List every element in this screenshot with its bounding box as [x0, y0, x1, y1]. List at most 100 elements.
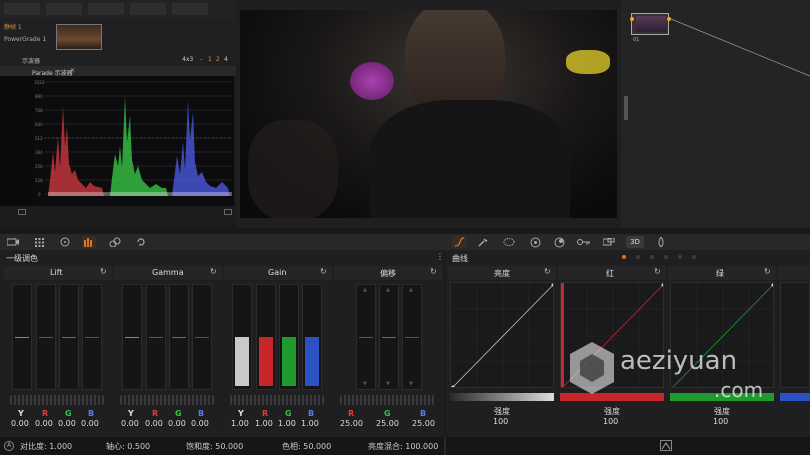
gain-master-wheel[interactable] — [230, 395, 324, 405]
ratio-label[interactable]: 4x3 — [182, 56, 193, 63]
lift-r-slider[interactable] — [36, 284, 56, 390]
offset-value-r[interactable]: 25.00 — [340, 419, 363, 428]
auto-balance-icon[interactable]: A — [4, 441, 14, 451]
gamma-r-slider[interactable] — [146, 284, 166, 390]
key-icon[interactable] — [577, 236, 591, 248]
gain-value-g[interactable]: 1.00 — [278, 419, 296, 428]
gamma-y-slider[interactable] — [122, 284, 142, 390]
lift-y-slider[interactable] — [12, 284, 32, 390]
up-arrow-icon: ▲ — [386, 287, 390, 293]
reset-icon[interactable]: ↻ — [654, 267, 661, 276]
gallery-tab[interactable] — [130, 3, 166, 15]
reset-icon[interactable]: ↻ — [544, 267, 551, 276]
page-dot[interactable] — [678, 255, 682, 259]
red-intensity-value[interactable]: 100 — [603, 417, 618, 426]
sizing-icon[interactable] — [602, 236, 616, 248]
gain-g-slider[interactable] — [279, 284, 299, 390]
more-options-icon[interactable]: ⋮ — [436, 252, 444, 261]
reset-icon[interactable]: ↻ — [764, 267, 771, 276]
green-intensity-value[interactable]: 100 — [713, 417, 728, 426]
rgb-mixer-icon[interactable] — [108, 236, 122, 248]
offset-b-slider[interactable]: ▲ ▼ — [402, 284, 422, 390]
reset-icon[interactable]: ↻ — [320, 267, 327, 276]
node-editor: 01 — [621, 0, 810, 228]
offset-value-g[interactable]: 25.00 — [376, 419, 399, 428]
page-dot[interactable] — [636, 255, 640, 259]
gallery-tab[interactable] — [4, 3, 40, 15]
lift-g-slider[interactable] — [59, 284, 79, 390]
tracker-icon[interactable] — [528, 236, 542, 248]
page-2[interactable]: 2 — [216, 56, 220, 63]
luma-curve-graph[interactable] — [450, 282, 554, 388]
gain-value-b[interactable]: 1.00 — [301, 419, 319, 428]
gamma-b-slider[interactable] — [192, 284, 212, 390]
color-match-icon[interactable] — [32, 236, 46, 248]
blur-icon[interactable] — [552, 236, 566, 248]
gamma-value-y[interactable]: 0.00 — [121, 419, 139, 428]
gallery-tab[interactable] — [46, 3, 82, 15]
contrast-readout[interactable]: 对比度: 1.000 — [20, 441, 72, 452]
gamma-value-b[interactable]: 0.00 — [191, 419, 209, 428]
luma-intensity-bar[interactable] — [450, 393, 554, 401]
close-icon[interactable]: × — [70, 67, 75, 74]
subject-shirt — [370, 100, 570, 218]
page-4[interactable]: 4 — [224, 56, 228, 63]
luma-intensity-value[interactable]: 100 — [493, 417, 508, 426]
offset-r-slider[interactable]: ▲ ▼ — [356, 284, 376, 390]
pivot-readout[interactable]: 轴心: 0.500 — [106, 441, 150, 452]
page-dot[interactable] — [692, 255, 696, 259]
scope-expand-icon[interactable] — [224, 209, 232, 215]
gain-value-r[interactable]: 1.00 — [255, 419, 273, 428]
offset-master-wheel[interactable] — [340, 395, 434, 405]
offset-value-b[interactable]: 25.00 — [412, 419, 435, 428]
hue-readout[interactable]: 色相: 50.000 — [282, 441, 331, 452]
lift-value-y[interactable]: 0.00 — [11, 419, 29, 428]
offset-g-slider[interactable]: ▲ ▼ — [379, 284, 399, 390]
gain-b-slider[interactable] — [302, 284, 322, 390]
scope-expand-icon[interactable] — [18, 209, 26, 215]
gamma-g-slider[interactable] — [169, 284, 189, 390]
page-dot[interactable] — [650, 255, 654, 259]
lift-value-g[interactable]: 0.00 — [58, 419, 76, 428]
grade-label[interactable]: PowerGrade 1 — [4, 36, 46, 43]
saturation-readout[interactable]: 饱和度: 50.000 — [186, 441, 243, 452]
viewer-frame[interactable] — [240, 10, 617, 218]
nav-dash[interactable]: - — [200, 56, 202, 63]
color-wheels-icon[interactable] — [58, 236, 72, 248]
page-1[interactable]: 1 — [208, 56, 212, 63]
reset-icon[interactable]: ↻ — [210, 267, 217, 276]
lift-value-r[interactable]: 0.00 — [35, 419, 53, 428]
curve-reset-icon[interactable] — [660, 440, 672, 451]
page-dot[interactable] — [664, 255, 668, 259]
bars-icon[interactable] — [82, 236, 96, 248]
page-dot-active[interactable] — [622, 255, 626, 259]
curves-icon[interactable] — [452, 236, 466, 248]
lift-master-wheel[interactable] — [10, 395, 104, 405]
still-thumbnail[interactable] — [56, 24, 102, 50]
window-icon[interactable] — [502, 236, 516, 248]
node-scrollbar[interactable] — [624, 96, 628, 120]
lift-b-slider[interactable] — [82, 284, 102, 390]
gallery-tab[interactable] — [88, 3, 124, 15]
drop-icon[interactable] — [654, 236, 668, 248]
3d-button[interactable]: 3D — [626, 236, 644, 248]
gain-y-slider[interactable] — [232, 284, 252, 390]
camera-raw-icon[interactable] — [6, 236, 20, 248]
blue-intensity-bar[interactable] — [780, 393, 810, 401]
gamma-value-r[interactable]: 0.00 — [145, 419, 163, 428]
gallery-tab[interactable] — [172, 3, 208, 15]
qualifier-eyedropper-icon[interactable] — [476, 236, 490, 248]
gain-value-y[interactable]: 1.00 — [231, 419, 249, 428]
gamma-value-g[interactable]: 0.00 — [168, 419, 186, 428]
gain-r-slider[interactable] — [256, 284, 276, 390]
lum-mix-readout[interactable]: 亮度混合: 100.000 — [368, 441, 438, 452]
zoom-label: 示波器 — [22, 58, 41, 65]
gamma-master-wheel[interactable] — [120, 395, 214, 405]
reset-icon[interactable]: ↻ — [430, 267, 437, 276]
motion-effects-icon[interactable] — [134, 236, 148, 248]
scope-panel: Parade 示波器 × 1023 896 768 640 512 384 25… — [0, 66, 236, 220]
still-label[interactable]: 静帧 1 — [4, 22, 22, 31]
reset-icon[interactable]: ↻ — [100, 267, 107, 276]
lift-value-b[interactable]: 0.00 — [81, 419, 99, 428]
blue-curve-graph[interactable] — [780, 282, 810, 388]
